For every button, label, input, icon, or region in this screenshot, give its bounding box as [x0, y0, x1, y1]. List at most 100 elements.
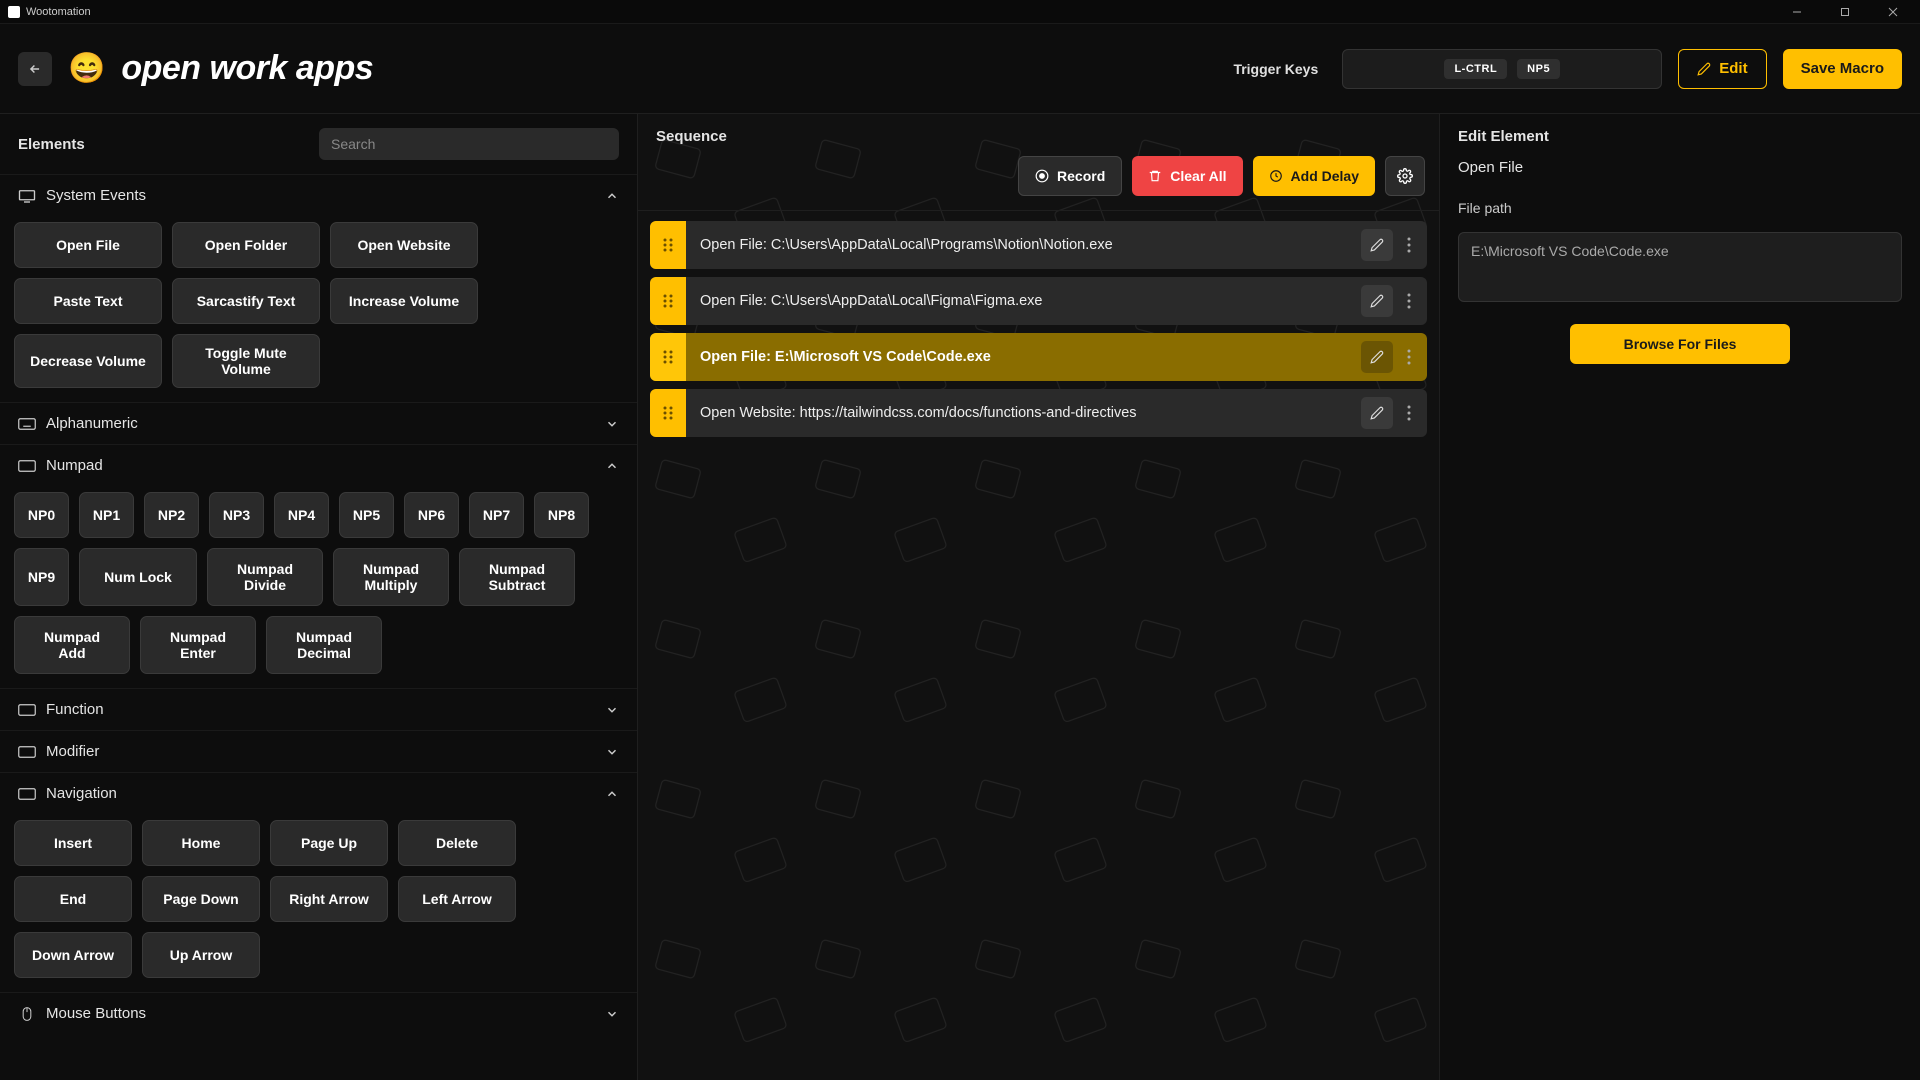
- element-paste-text[interactable]: Paste Text: [14, 278, 162, 324]
- section-alphanumeric[interactable]: Alphanumeric: [0, 402, 637, 444]
- macro-title[interactable]: open work apps: [121, 49, 373, 88]
- window-maximize-button[interactable]: [1822, 0, 1868, 24]
- key-np7[interactable]: NP7: [469, 492, 524, 538]
- key-end[interactable]: End: [14, 876, 132, 922]
- sequence-item-more-button[interactable]: [1399, 293, 1419, 309]
- key-np3[interactable]: NP3: [209, 492, 264, 538]
- key-np6[interactable]: NP6: [404, 492, 459, 538]
- record-icon: [1035, 169, 1049, 183]
- element-open-file[interactable]: Open File: [14, 222, 162, 268]
- keyboard-icon: [18, 787, 36, 801]
- save-macro-button[interactable]: Save Macro: [1783, 49, 1902, 89]
- chevron-up-icon: [605, 189, 619, 203]
- mouse-icon: [18, 1007, 36, 1021]
- titlebar: Wootomation: [0, 0, 1920, 24]
- browse-files-button[interactable]: Browse For Files: [1570, 324, 1790, 364]
- key-np-add[interactable]: Numpad Add: [14, 616, 130, 674]
- sequence-panel: Sequence Record Clear All Add Delay Open…: [638, 114, 1440, 1080]
- drag-handle-icon[interactable]: [650, 277, 686, 325]
- section-system-events[interactable]: System Events: [0, 174, 637, 216]
- key-home[interactable]: Home: [142, 820, 260, 866]
- key-np8[interactable]: NP8: [534, 492, 589, 538]
- trigger-keys-label: Trigger Keys: [1233, 61, 1318, 77]
- key-np-divide[interactable]: Numpad Divide: [207, 548, 323, 606]
- sequence-item-edit-button[interactable]: [1361, 285, 1393, 317]
- element-dec-volume[interactable]: Decrease Volume: [14, 334, 162, 388]
- elements-panel: Elements System Events Open File Open Fo…: [0, 114, 638, 1080]
- app-name: Wootomation: [26, 6, 91, 18]
- trigger-keys-field[interactable]: L-CTRL NP5: [1342, 49, 1662, 89]
- edit-element-panel: Edit Element Open File File path Browse …: [1440, 114, 1920, 1080]
- drag-handle-icon[interactable]: [650, 221, 686, 269]
- sequence-item-more-button[interactable]: [1399, 349, 1419, 365]
- element-open-folder[interactable]: Open Folder: [172, 222, 320, 268]
- trash-icon: [1148, 169, 1162, 183]
- gear-icon: [1397, 168, 1413, 184]
- key-up-arrow[interactable]: Up Arrow: [142, 932, 260, 978]
- element-toggle-mute[interactable]: Toggle Mute Volume: [172, 334, 320, 388]
- back-button[interactable]: [18, 52, 52, 86]
- clear-all-button[interactable]: Clear All: [1132, 156, 1242, 196]
- key-np9[interactable]: NP9: [14, 548, 69, 606]
- sequence-item-label: Open File: C:\Users\AppData\Local\Progra…: [686, 237, 1361, 253]
- sequence-item-more-button[interactable]: [1399, 405, 1419, 421]
- key-np-decimal[interactable]: Numpad Decimal: [266, 616, 382, 674]
- filepath-label: File path: [1458, 200, 1902, 216]
- clock-icon: [1269, 169, 1283, 183]
- key-insert[interactable]: Insert: [14, 820, 132, 866]
- pencil-icon: [1697, 62, 1711, 76]
- drag-handle-icon[interactable]: [650, 389, 686, 437]
- keyboard-icon: [18, 745, 36, 759]
- key-np2[interactable]: NP2: [144, 492, 199, 538]
- key-down-arrow[interactable]: Down Arrow: [14, 932, 132, 978]
- section-navigation[interactable]: Navigation: [0, 772, 637, 814]
- key-np-multiply[interactable]: Numpad Multiply: [333, 548, 449, 606]
- key-np-enter[interactable]: Numpad Enter: [140, 616, 256, 674]
- key-np0[interactable]: NP0: [14, 492, 69, 538]
- edit-element-type: Open File: [1458, 159, 1902, 176]
- key-left-arrow[interactable]: Left Arrow: [398, 876, 516, 922]
- window-minimize-button[interactable]: [1774, 0, 1820, 24]
- element-inc-volume[interactable]: Increase Volume: [330, 278, 478, 324]
- element-open-website[interactable]: Open Website: [330, 222, 478, 268]
- key-np1[interactable]: NP1: [79, 492, 134, 538]
- key-delete[interactable]: Delete: [398, 820, 516, 866]
- chevron-up-icon: [605, 787, 619, 801]
- sequence-title: Sequence: [656, 128, 727, 145]
- trigger-key-chip: NP5: [1517, 59, 1560, 79]
- chevron-up-icon: [605, 459, 619, 473]
- key-np-subtract[interactable]: Numpad Subtract: [459, 548, 575, 606]
- window-close-button[interactable]: [1870, 0, 1916, 24]
- drag-handle-icon[interactable]: [650, 333, 686, 381]
- sequence-item-more-button[interactable]: [1399, 237, 1419, 253]
- section-modifier[interactable]: Modifier: [0, 730, 637, 772]
- key-pageup[interactable]: Page Up: [270, 820, 388, 866]
- search-input[interactable]: [319, 128, 619, 160]
- section-function[interactable]: Function: [0, 688, 637, 730]
- sequence-item-edit-button[interactable]: [1361, 341, 1393, 373]
- add-delay-button[interactable]: Add Delay: [1253, 156, 1375, 196]
- elements-title: Elements: [18, 136, 85, 153]
- sequence-settings-button[interactable]: [1385, 156, 1425, 196]
- key-numlock[interactable]: Num Lock: [79, 548, 197, 606]
- section-mouse[interactable]: Mouse Buttons: [0, 992, 637, 1034]
- key-pagedown[interactable]: Page Down: [142, 876, 260, 922]
- edit-trigger-button[interactable]: Edit: [1678, 49, 1766, 89]
- element-sarcastify[interactable]: Sarcastify Text: [172, 278, 320, 324]
- sequence-item[interactable]: Open File: C:\Users\AppData\Local\Progra…: [650, 221, 1427, 269]
- sequence-item[interactable]: Open Website: https://tailwindcss.com/do…: [650, 389, 1427, 437]
- section-numpad[interactable]: Numpad: [0, 444, 637, 486]
- sequence-item-edit-button[interactable]: [1361, 397, 1393, 429]
- key-np5[interactable]: NP5: [339, 492, 394, 538]
- edit-element-title: Edit Element: [1458, 128, 1902, 145]
- key-np4[interactable]: NP4: [274, 492, 329, 538]
- keyboard-icon: [18, 459, 36, 473]
- key-right-arrow[interactable]: Right Arrow: [270, 876, 388, 922]
- filepath-input[interactable]: [1458, 232, 1902, 302]
- keyboard-icon: [18, 703, 36, 717]
- record-button[interactable]: Record: [1018, 156, 1122, 196]
- sequence-item-edit-button[interactable]: [1361, 229, 1393, 261]
- chevron-down-icon: [605, 417, 619, 431]
- sequence-item[interactable]: Open File: E:\Microsoft VS Code\Code.exe: [650, 333, 1427, 381]
- sequence-item[interactable]: Open File: C:\Users\AppData\Local\Figma\…: [650, 277, 1427, 325]
